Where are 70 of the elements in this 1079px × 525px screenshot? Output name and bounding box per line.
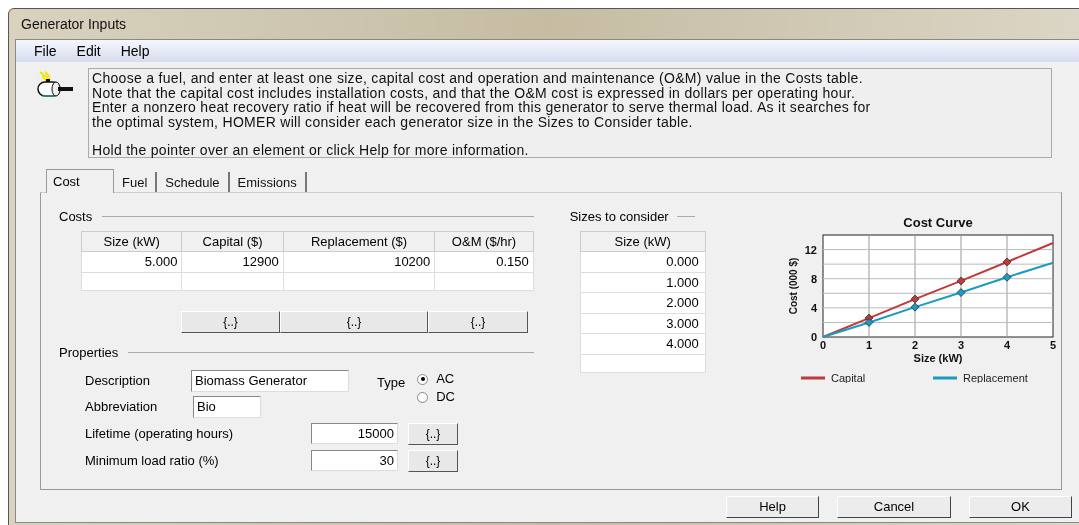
dialog-button[interactable]: OK bbox=[969, 496, 1072, 518]
data-point bbox=[910, 302, 920, 312]
number-field[interactable]: 15000 bbox=[311, 423, 398, 444]
abbreviation-field[interactable]: Bio bbox=[193, 396, 261, 418]
tick-label: 3 bbox=[957, 339, 965, 351]
table-cell[interactable]: 4.000 bbox=[580, 333, 706, 354]
column-header: Capital ($) bbox=[181, 231, 284, 252]
number-field[interactable]: 30 bbox=[311, 450, 398, 471]
table-cell[interactable]: 12900 bbox=[181, 251, 284, 272]
column-header: O&M ($/hr) bbox=[434, 231, 534, 252]
description-field[interactable]: Biomass Generator bbox=[191, 370, 349, 392]
hint-text: Hold the pointer over an element or click Help for more information. bbox=[92, 143, 530, 158]
tick-label: 5 bbox=[1049, 339, 1057, 351]
dialog-button[interactable]: Help bbox=[726, 496, 819, 518]
instructions-text: Choose a fuel, and enter at least one size, capital cost and operation and maintenance (O&M) value in the Costs table. Note that the capital cost includes installation costs, and that the O&M cost is expressed in dollars per operating hour. Enter a nonzero heat recovery ratio if heat will be recovered from this generator to serve thermal load. As it searches for the optimal system, HOMER will consider each generator size in the Sizes to Consider table. bbox=[92, 71, 872, 129]
radio-label: DC bbox=[436, 388, 455, 407]
radio-button[interactable] bbox=[417, 391, 429, 403]
data-point bbox=[1002, 257, 1012, 267]
data-point bbox=[956, 276, 966, 286]
section-label: Sizes to consider bbox=[569, 208, 669, 226]
tick-label: 8 bbox=[810, 272, 817, 285]
field-label: Abbreviation bbox=[85, 398, 159, 417]
field-label: Lifetime (operating hours) bbox=[85, 424, 235, 443]
edit-button[interactable]: {..} bbox=[280, 310, 428, 333]
data-point bbox=[1002, 272, 1012, 282]
table-cell[interactable]: 10200 bbox=[283, 251, 435, 272]
table-cell[interactable]: 3.000 bbox=[580, 313, 706, 334]
legend-swatch bbox=[801, 376, 825, 380]
table-cell[interactable]: 0.000 bbox=[580, 251, 706, 272]
dialog-button[interactable]: Cancel bbox=[837, 496, 951, 518]
tab[interactable]: Cost bbox=[46, 169, 114, 193]
radio-button[interactable] bbox=[417, 373, 429, 385]
menu-item[interactable]: Edit bbox=[76, 40, 101, 62]
edit-button[interactable]: {..} bbox=[408, 449, 458, 472]
section-label: Properties bbox=[59, 343, 119, 362]
edit-button[interactable]: {..} bbox=[181, 310, 280, 333]
field-label: Type bbox=[377, 374, 406, 392]
axis-label: Size (kW) bbox=[913, 352, 963, 364]
data-point bbox=[956, 288, 966, 297]
tick-label: 4 bbox=[810, 301, 817, 314]
section-label: Costs bbox=[59, 208, 93, 226]
tick-label: 0 bbox=[810, 331, 817, 343]
tab[interactable]: Schedule bbox=[157, 172, 230, 192]
radio-label: AC bbox=[436, 370, 455, 389]
data-point bbox=[910, 294, 920, 304]
table-cell[interactable]: 5.000 bbox=[81, 251, 182, 272]
table-cell[interactable]: 2.000 bbox=[580, 292, 706, 313]
data-point bbox=[864, 318, 874, 327]
menu-item[interactable]: File bbox=[34, 40, 57, 62]
legend-swatch bbox=[933, 376, 957, 380]
tick-label: 1 bbox=[865, 339, 873, 351]
table-cell[interactable]: 1.000 bbox=[580, 272, 706, 293]
column-header: Size (kW) bbox=[81, 231, 182, 252]
axis-label: Cost (000 $) bbox=[788, 257, 799, 315]
edit-button[interactable]: {..} bbox=[428, 310, 528, 333]
chart-title: Cost Curve bbox=[903, 215, 973, 230]
tick-label: 2 bbox=[911, 339, 919, 351]
edit-button[interactable]: {..} bbox=[408, 422, 458, 445]
column-header: Replacement ($) bbox=[283, 231, 435, 252]
column-header: Size (kW) bbox=[580, 231, 706, 252]
field-label: Description bbox=[85, 372, 152, 391]
tick-label: 4 bbox=[1003, 339, 1011, 351]
menu-item[interactable]: Help bbox=[120, 40, 150, 62]
field-label: Minimum load ratio (%) bbox=[85, 451, 220, 470]
tab[interactable]: Fuel bbox=[114, 172, 158, 192]
tab[interactable]: Emissions bbox=[229, 172, 307, 192]
table-cell[interactable]: 0.150 bbox=[434, 251, 534, 272]
window-title: Generator Inputs bbox=[20, 14, 128, 34]
tick-label: 0 bbox=[819, 339, 827, 351]
tick-label: 12 bbox=[804, 243, 817, 256]
